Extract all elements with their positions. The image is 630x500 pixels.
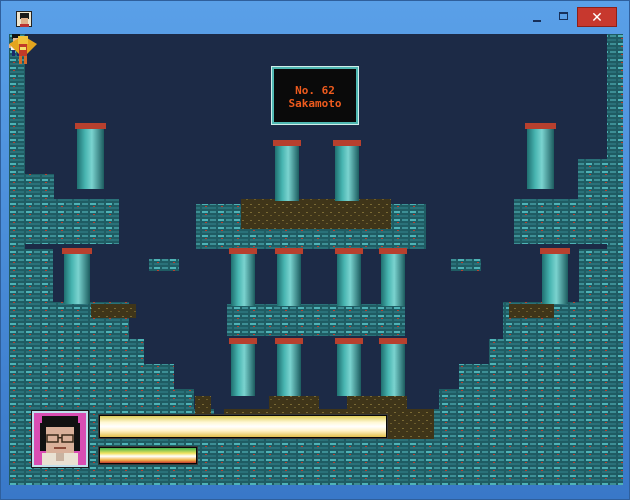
stone-pillar — [277, 254, 301, 306]
pillar-cap — [333, 140, 361, 146]
pillar-cap — [275, 338, 303, 344]
level-sign: No. 62 Sakamoto — [271, 66, 359, 125]
pillar-cap — [75, 123, 106, 129]
stone-pillar — [335, 146, 359, 201]
stone-pillar — [381, 254, 405, 306]
pillar-cap — [62, 248, 92, 254]
brick-wall — [227, 304, 405, 336]
minimize-icon — [533, 20, 541, 22]
minimize-button[interactable] — [525, 7, 549, 27]
pillar-cap — [379, 248, 407, 254]
winged-enemy-sprite — [9, 36, 37, 64]
dirt-block — [241, 199, 391, 229]
maximize-button[interactable] — [552, 7, 576, 27]
energy-bar-fill — [100, 448, 196, 463]
brick-wall — [451, 259, 481, 271]
brick-wall — [579, 249, 623, 304]
stone-pillar — [77, 129, 104, 189]
sign-number: No. 62 — [295, 84, 335, 97]
energy-bar — [98, 446, 198, 465]
stone-pillar — [527, 129, 554, 189]
app-portrait-icon — [16, 11, 32, 27]
health-bar-fill — [100, 416, 386, 437]
stone-pillar — [231, 344, 255, 396]
pillar-cap — [335, 338, 363, 344]
stone-pillar — [381, 344, 405, 396]
dirt-block — [509, 304, 554, 318]
pillar-cap — [275, 248, 303, 254]
dirt-block — [195, 396, 211, 416]
player-portrait — [31, 410, 89, 468]
pillar-cap — [540, 248, 570, 254]
game-viewport[interactable]: No. 62 Sakamoto — [9, 34, 623, 485]
sign-name: Sakamoto — [288, 97, 342, 110]
stone-pillar — [337, 254, 361, 306]
pillar-cap — [229, 248, 257, 254]
stone-pillar — [542, 254, 568, 304]
stone-pillar — [231, 254, 255, 306]
maximize-icon — [559, 12, 568, 20]
pillar-cap — [525, 123, 556, 129]
portrait-face-icon — [40, 416, 80, 465]
stone-pillar — [275, 146, 299, 201]
pillar-cap — [335, 248, 363, 254]
pillar-cap — [229, 338, 257, 344]
brick-wall — [514, 199, 623, 244]
brick-wall — [9, 249, 53, 304]
dirt-block — [389, 424, 434, 439]
close-button[interactable]: ✕ — [577, 7, 617, 27]
brick-wall — [9, 199, 119, 244]
pillar-cap — [379, 338, 407, 344]
game-window: ✕ No. 62 Sakamoto — [0, 0, 630, 500]
stone-pillar — [337, 344, 361, 396]
brick-wall — [419, 409, 623, 429]
health-bar — [98, 414, 388, 439]
title-bar[interactable]: ✕ — [1, 1, 630, 33]
brick-wall — [149, 259, 179, 271]
close-icon: ✕ — [591, 10, 603, 26]
pillar-cap — [273, 140, 301, 146]
dirt-block — [91, 304, 136, 318]
stone-pillar — [277, 344, 301, 396]
stone-pillar — [64, 254, 90, 304]
